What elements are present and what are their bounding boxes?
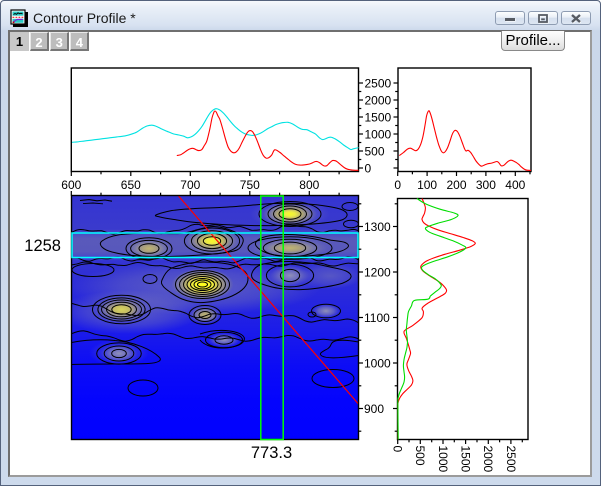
svg-text:0: 0: [391, 446, 405, 453]
svg-text:1000: 1000: [436, 446, 450, 473]
svg-text:1200: 1200: [364, 265, 391, 279]
svg-text:2500: 2500: [365, 76, 392, 90]
svg-text:900: 900: [364, 402, 384, 416]
svg-text:773.3: 773.3: [251, 444, 292, 462]
svg-text:1000: 1000: [365, 127, 392, 141]
svg-text:2500: 2500: [504, 446, 518, 473]
svg-text:1258: 1258: [24, 237, 61, 255]
svg-text:400: 400: [505, 178, 525, 192]
svg-text:750: 750: [240, 178, 260, 192]
svg-text:1100: 1100: [364, 311, 390, 325]
svg-text:0: 0: [394, 178, 401, 192]
svg-text:500: 500: [413, 446, 427, 466]
svg-text:1500: 1500: [458, 446, 472, 473]
svg-text:1300: 1300: [364, 220, 391, 234]
svg-text:1000: 1000: [364, 356, 391, 370]
svg-text:200: 200: [446, 178, 466, 192]
svg-text:300: 300: [476, 178, 496, 192]
svg-text:650: 650: [121, 178, 141, 192]
svg-text:2000: 2000: [365, 93, 392, 107]
svg-text:500: 500: [365, 144, 385, 158]
svg-text:100: 100: [417, 178, 437, 192]
svg-text:700: 700: [180, 178, 200, 192]
svg-text:0: 0: [365, 161, 372, 175]
svg-text:1500: 1500: [365, 110, 392, 124]
svg-text:800: 800: [299, 178, 319, 192]
svg-text:600: 600: [61, 178, 81, 192]
svg-text:2000: 2000: [481, 446, 495, 473]
